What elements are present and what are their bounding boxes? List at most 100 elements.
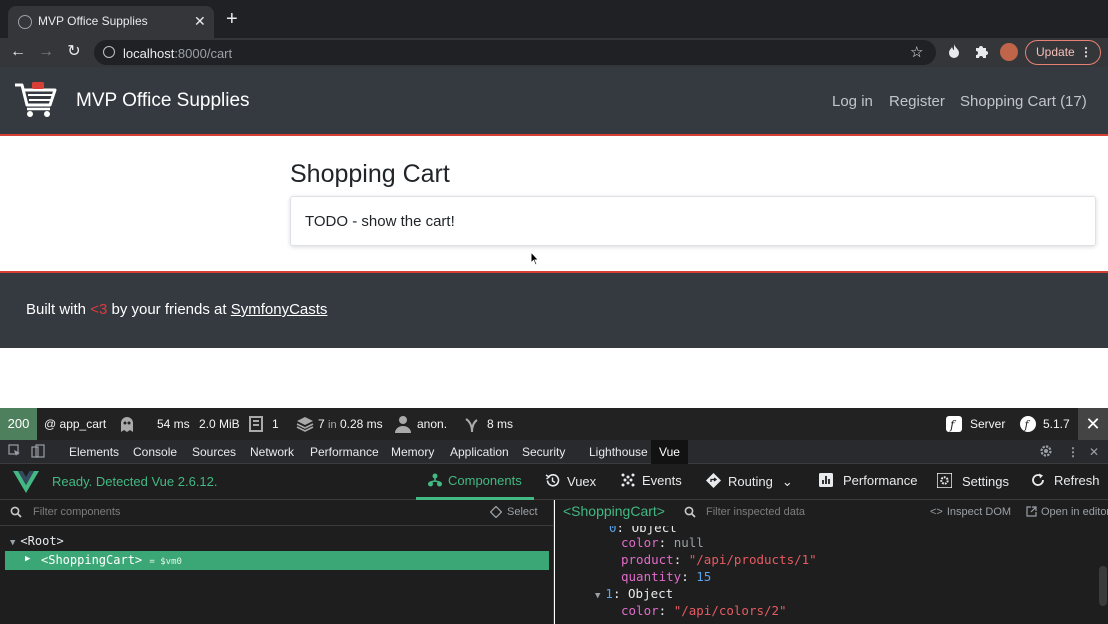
devtools-tab-console[interactable]: Console (133, 445, 177, 459)
vue-tab-refresh[interactable]: Refresh (1031, 473, 1100, 488)
expanded-arrow-icon[interactable]: ▼ (595, 591, 600, 601)
nav-shopping-cart[interactable]: Shopping Cart (17) (960, 93, 1087, 110)
devtools-tab-elements[interactable]: Elements (69, 445, 119, 459)
inspect-element-icon[interactable] (8, 444, 21, 457)
devtools-tab-performance[interactable]: Performance (310, 445, 379, 459)
filter-inspected-data-input[interactable]: Filter inspected data (706, 506, 805, 518)
vue-tab-routing[interactable]: Routing ⌄ (706, 473, 793, 490)
forward-icon[interactable]: → (37, 43, 55, 61)
vue-tab-vuex-label: Vuex (567, 474, 597, 489)
data-line[interactable]: quantity: 15 (621, 569, 711, 584)
data-value: "/api/colors/2" (673, 603, 787, 618)
close-toolbar-icon[interactable]: ✕ (1078, 408, 1108, 440)
url-text[interactable]: localhost:8000/cart (123, 46, 232, 61)
site-brand[interactable]: MVP Office Supplies (76, 90, 250, 112)
devtools-menu-icon[interactable]: ⋮ (1067, 445, 1079, 459)
footer-symfonycasts-link[interactable]: SymfonyCasts (231, 301, 328, 318)
components-pane: Filter components Select ▼ <Root> ▶ <Shop… (0, 500, 554, 624)
select-component-button[interactable]: Select (507, 506, 538, 518)
data-line[interactable]: product: "/api/products/1" (621, 552, 817, 567)
inspect-dom-button[interactable]: <> Inspect DOM (930, 506, 1011, 518)
data-line[interactable]: color: "/api/colors/2" (621, 603, 787, 618)
devtools-settings-icon[interactable] (1039, 444, 1053, 458)
data-line[interactable]: 0: Object (609, 526, 677, 535)
vue-tab-vuex[interactable]: Vuex (545, 473, 596, 489)
select-target-icon[interactable] (490, 506, 502, 518)
site-info-icon[interactable] (103, 46, 115, 58)
vue-tab-events[interactable]: Events (621, 473, 682, 488)
twig-time[interactable]: 8 ms (487, 417, 513, 431)
nav-register[interactable]: Register (889, 93, 945, 110)
symfony-server-icon[interactable]: f (945, 415, 963, 433)
tree-shoppingcart-label: <ShoppingCart> = $vm0 (41, 553, 182, 567)
page-title: Shopping Cart (290, 160, 450, 188)
route-name[interactable]: @ app_cart (44, 417, 106, 431)
data-value: "/api/products/1" (688, 552, 817, 567)
back-icon[interactable]: ← (9, 43, 27, 61)
devtools-tab-security[interactable]: Security (522, 445, 565, 459)
reload-icon[interactable]: ↻ (65, 43, 83, 61)
address-bar[interactable]: localhost:8000/cart ☆ (94, 40, 936, 65)
flame-extension-icon[interactable] (948, 44, 960, 58)
data-key: 1 (605, 586, 613, 601)
extensions-puzzle-icon[interactable] (974, 44, 988, 58)
vue-detected-status: Ready. Detected Vue 2.6.12. (52, 474, 218, 489)
data-key: 0 (609, 526, 617, 535)
security-user[interactable]: anon. (417, 417, 447, 431)
cart-card: TODO - show the cart! (290, 196, 1096, 246)
profile-avatar[interactable] (1000, 43, 1018, 61)
devtools-tab-application[interactable]: Application (450, 445, 509, 459)
data-line[interactable]: color: null (621, 535, 704, 550)
inspected-component-title: <ShoppingCart> (563, 503, 665, 519)
server-label[interactable]: Server (970, 417, 1005, 431)
twig-icon[interactable] (465, 415, 483, 433)
tree-node-root[interactable]: ▼ <Root> (10, 534, 64, 548)
close-tab-icon[interactable]: ✕ (194, 13, 206, 30)
menu-dots-icon[interactable]: ⋮ (1080, 41, 1092, 64)
expanded-arrow-icon[interactable]: ▼ (10, 538, 15, 548)
search-icon (684, 506, 696, 518)
filter-components-input[interactable]: Filter components (33, 506, 120, 518)
vue-logo-icon (13, 471, 39, 493)
devtools-tab-network[interactable]: Network (250, 445, 294, 459)
data-line[interactable]: ▼ 1: Object (595, 586, 673, 601)
devtools-tab-memory[interactable]: Memory (391, 445, 434, 459)
devtools-tab-sources[interactable]: Sources (192, 445, 236, 459)
forms-count[interactable]: 1 (272, 417, 279, 431)
forms-icon[interactable] (248, 415, 266, 433)
data-key: quantity (621, 569, 682, 584)
vue-tab-components-label: Components (448, 473, 522, 488)
history-icon (545, 474, 560, 487)
status-code-badge[interactable]: 200 (0, 408, 37, 440)
symfony-logo-icon[interactable]: f (1019, 415, 1037, 433)
ghost-icon[interactable] (118, 415, 136, 433)
shopping-cart-logo-icon[interactable] (14, 81, 58, 119)
vue-tab-components[interactable]: Components (428, 473, 522, 488)
devtools-tab-vue[interactable]: Vue (651, 440, 688, 464)
devtools-close-icon[interactable]: ✕ (1089, 445, 1099, 459)
devtools-tab-lighthouse[interactable]: Lighthouse (589, 445, 648, 459)
request-time[interactable]: 54 ms (157, 417, 190, 431)
cache-layers-icon[interactable] (296, 415, 314, 433)
bookmark-star-icon[interactable]: ☆ (910, 43, 923, 61)
scrollbar-thumb[interactable] (1099, 566, 1107, 606)
collapsed-arrow-icon[interactable]: ▶ (25, 554, 30, 564)
main-content: Shopping Cart TODO - show the cart! (0, 136, 1108, 273)
device-toolbar-icon[interactable] (31, 444, 45, 458)
memory-usage[interactable]: 2.0 MiB (199, 417, 240, 431)
cache-stats[interactable]: 7 in 0.28 ms (318, 417, 383, 431)
vue-tab-performance[interactable]: Performance (819, 473, 917, 488)
user-icon[interactable] (395, 415, 413, 433)
url-host: localhost (123, 46, 175, 61)
new-tab-icon[interactable]: + (226, 9, 238, 29)
vue-tab-refresh-label: Refresh (1054, 473, 1100, 488)
tree-node-shoppingcart[interactable]: ▶ <ShoppingCart> = $vm0 (5, 551, 549, 570)
open-in-editor-button[interactable]: Open in editor (1026, 506, 1108, 518)
update-button[interactable]: Update ⋮ (1025, 40, 1101, 65)
inspected-component-name: <ShoppingCart> (563, 503, 665, 519)
browser-tab[interactable]: MVP Office Supplies ✕ (8, 6, 214, 38)
chevron-down-icon: ⌄ (781, 474, 793, 489)
nav-log-in[interactable]: Log in (832, 93, 873, 110)
vue-tab-settings[interactable]: Settings (937, 473, 1009, 489)
symfony-version[interactable]: 5.1.7 (1043, 417, 1070, 431)
